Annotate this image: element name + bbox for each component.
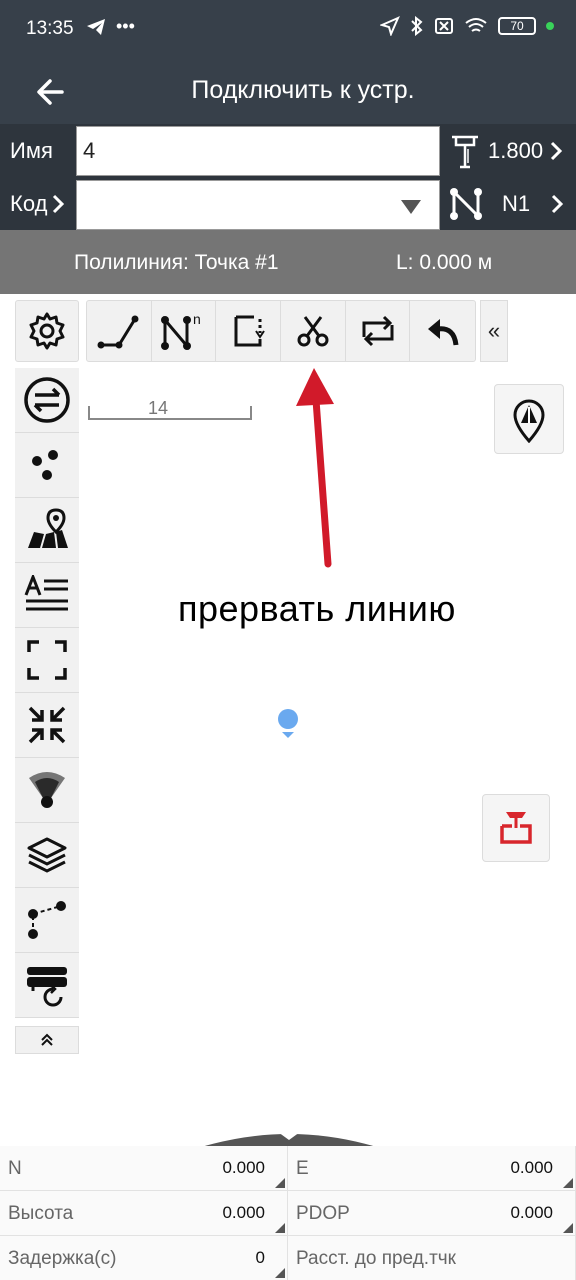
point-label: N1	[502, 191, 531, 216]
no-sim-icon	[435, 18, 453, 34]
signal-button[interactable]	[15, 758, 79, 823]
collapse-toolbar-button[interactable]: «	[480, 300, 508, 362]
polyline-name: Полилиния: Точка #1	[74, 251, 279, 274]
break-line-button[interactable]	[281, 301, 346, 361]
zoom-to-point-button[interactable]	[15, 693, 79, 758]
telegram-icon	[87, 18, 105, 35]
name-row: Имя 4 1.800	[0, 124, 576, 178]
page-title: Подключить к устр.	[191, 76, 415, 104]
double-chevron-up-icon	[41, 1033, 53, 1046]
map-view[interactable]: n « 14 прервать линию	[0, 294, 576, 1148]
close-shape-icon	[234, 315, 266, 347]
chevron-right-icon	[551, 141, 563, 161]
map-location-button[interactable]	[15, 498, 79, 563]
drawer-handle[interactable]	[198, 1128, 380, 1148]
info-cell-height[interactable]: Высота 0.000	[0, 1191, 288, 1236]
antenna-height-value: 1.800	[488, 138, 544, 163]
code-row: Код N1	[0, 178, 576, 230]
bluetooth-icon	[411, 16, 423, 36]
side-tool-panel	[15, 368, 79, 1018]
receiver-refresh-icon	[27, 967, 67, 1007]
info-cell-n[interactable]: N 0.000	[0, 1146, 288, 1191]
info-cell-e[interactable]: E 0.000	[288, 1146, 576, 1191]
text-format-icon	[24, 575, 68, 611]
close-polygon-button[interactable]	[216, 301, 282, 361]
undo-icon	[427, 319, 459, 346]
scissors-icon	[297, 316, 329, 347]
info-panel: N 0.000 E 0.000 Высота 0.000 PDOP 0.000 …	[0, 1146, 576, 1280]
stakeout-icon	[500, 812, 532, 844]
location-icon	[380, 16, 400, 36]
polyline-n-icon	[450, 188, 482, 220]
polyline-n-icon: n	[160, 311, 201, 351]
polyline-info-bar: Полилиния: Точка #1 L: 0.000 м	[0, 230, 576, 294]
points-button[interactable]	[15, 433, 79, 498]
full-extent-button[interactable]	[15, 628, 79, 693]
reverse-direction-button[interactable]	[346, 301, 411, 361]
compass-button[interactable]	[494, 384, 564, 454]
undo-button[interactable]	[410, 301, 475, 361]
compress-icon	[28, 706, 66, 744]
polyline-toolbar: n	[86, 300, 476, 362]
corner-triangle-icon	[275, 1268, 285, 1278]
chevron-right-icon	[552, 194, 564, 214]
info-cell-pdop[interactable]: PDOP 0.000	[288, 1191, 576, 1236]
swap-icon	[24, 377, 70, 423]
offset-point-icon	[28, 901, 66, 939]
settings-button[interactable]	[15, 300, 79, 362]
swap-button[interactable]	[15, 368, 79, 433]
info-cell-distance-prev[interactable]: Расст. до пред.тчк	[288, 1236, 576, 1280]
name-input[interactable]: 4	[76, 126, 440, 176]
battery-icon: 70	[498, 17, 536, 35]
scale-label: 14	[148, 398, 169, 418]
signal-cone-icon	[29, 772, 65, 808]
text-label-button[interactable]	[15, 563, 79, 628]
annotation-arrow	[296, 368, 334, 568]
device-reconnect-button[interactable]	[15, 953, 79, 1018]
corner-triangle-icon	[563, 1223, 573, 1233]
line-segment-icon	[97, 315, 139, 349]
polyline-length: L: 0.000 м	[396, 251, 493, 274]
corner-triangle-icon	[563, 1178, 573, 1188]
scale-bar	[88, 406, 252, 420]
layers-button[interactable]	[15, 823, 79, 888]
code-label: Код	[10, 191, 48, 216]
location-marker-icon	[278, 709, 298, 738]
corner-triangle-icon	[275, 1223, 285, 1233]
name-label: Имя	[10, 138, 53, 163]
map-location-icon	[28, 508, 68, 548]
offset-point-button[interactable]	[15, 888, 79, 953]
more-icon: •••	[116, 16, 135, 36]
corner-triangle-icon	[275, 1178, 285, 1188]
dropdown-arrow-icon	[401, 200, 421, 214]
line-tool-button[interactable]	[87, 301, 152, 361]
points-icon	[32, 450, 58, 480]
collapse-side-panel-button[interactable]	[15, 1026, 79, 1054]
status-bar: 13:35 ••• 70	[0, 0, 576, 60]
point-settings-button[interactable]: N1	[442, 178, 576, 230]
compass-pin-icon	[513, 399, 545, 443]
double-chevron-left-icon: «	[487, 318, 501, 343]
info-cell-delay[interactable]: Задержка(с) 0	[0, 1236, 288, 1280]
antenna-height-button[interactable]: 1.800	[442, 124, 576, 178]
wifi-icon	[465, 18, 487, 32]
svg-text:n: n	[193, 311, 201, 327]
app-header: Подключить к устр.	[0, 60, 576, 124]
status-time: 13:35	[26, 18, 74, 39]
code-label-button[interactable]: Код	[0, 178, 74, 230]
expand-icon	[27, 640, 67, 680]
repeat-icon	[362, 315, 394, 347]
polyline-n-tool-button[interactable]: n	[152, 301, 217, 361]
annotation-text: прервать линию	[178, 588, 456, 629]
layers-icon	[27, 837, 67, 873]
gear-icon	[29, 312, 65, 350]
stakeout-button[interactable]	[482, 794, 550, 862]
status-dot	[546, 22, 554, 30]
code-select[interactable]	[76, 180, 440, 230]
chevron-right-icon	[53, 194, 65, 214]
antenna-height-icon	[452, 135, 478, 169]
